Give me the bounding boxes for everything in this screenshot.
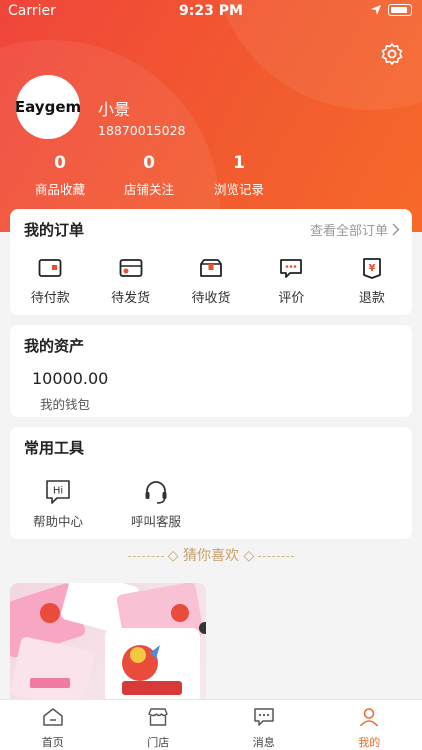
order-label: 待付款 — [30, 291, 70, 306]
tab-store[interactable]: 门店 — [106, 700, 212, 750]
avatar-logo-text: Eaygem — [14, 98, 82, 116]
message-icon — [254, 708, 274, 726]
order-pending-payment[interactable]: 待付款 — [10, 257, 90, 313]
diamond-icon: ◇ — [243, 548, 255, 564]
profile-header: Carrier 9:23 PM Eaygem 小景 18870015028 0 … — [0, 0, 422, 232]
tool-label: 呼叫客服 — [130, 514, 181, 529]
user-icon — [360, 708, 379, 727]
recommend-header: ◇ 猜你喜欢 ◇ — [0, 545, 422, 565]
stat-value: 1 — [233, 153, 245, 173]
order-to-receive[interactable]: 待收货 — [171, 257, 251, 313]
refund-icon: ¥ — [362, 258, 381, 279]
call-customer-service[interactable]: 呼叫客服 — [106, 479, 206, 539]
bottom-tab-bar: 首页 门店 消息 我的 — [0, 699, 422, 750]
order-review[interactable]: 评价 — [251, 257, 331, 313]
status-icons — [370, 4, 412, 16]
orders-card: 我的订单 查看全部订单 待付款 待发货 待收货 评价 ¥ 退款 — [10, 209, 412, 315]
stat-label: 店铺关注 — [123, 182, 174, 197]
location-icon — [371, 5, 381, 15]
stat-label: 浏览记录 — [213, 182, 264, 197]
home-icon — [43, 708, 63, 726]
wallet-balance[interactable]: 10000.00 — [32, 369, 108, 388]
stat-value: 0 — [143, 153, 155, 173]
product-card-image[interactable] — [10, 583, 206, 703]
assets-title: 我的资产 — [24, 337, 85, 355]
tab-label: 消息 — [252, 736, 275, 749]
order-refund[interactable]: ¥ 退款 — [332, 257, 412, 313]
headset-icon — [145, 481, 167, 504]
avatar[interactable]: Eaygem — [14, 75, 82, 139]
stat-store-follows[interactable]: 0 店铺关注 — [109, 153, 189, 198]
orders-title: 我的订单 — [24, 221, 85, 239]
tab-messages[interactable]: 消息 — [211, 700, 317, 750]
tools-card: 常用工具 Hi 帮助中心 呼叫客服 — [10, 427, 412, 539]
user-phone: 18870015028 — [98, 123, 186, 138]
user-name: 小景 — [98, 100, 131, 119]
divider — [258, 555, 295, 557]
help-center[interactable]: Hi 帮助中心 — [8, 479, 108, 539]
chevron-right-icon — [392, 223, 400, 236]
tab-home[interactable]: 首页 — [0, 700, 106, 750]
stat-value: 0 — [54, 153, 66, 173]
order-label: 退款 — [358, 291, 385, 306]
help-hi-icon: Hi — [46, 480, 70, 504]
view-all-orders-link[interactable]: 查看全部订单 — [310, 220, 400, 239]
tab-label: 首页 — [41, 736, 64, 749]
assets-card: 我的资产 10000.00 我的钱包 — [10, 325, 412, 417]
stat-label: 商品收藏 — [34, 182, 85, 197]
profile-stats: 0 商品收藏 0 店铺关注 1 浏览记录 — [20, 153, 280, 203]
wallet-icon — [38, 259, 62, 277]
order-label: 评价 — [278, 291, 305, 306]
status-bar: Carrier 9:23 PM — [0, 0, 422, 22]
milk-candy-image — [10, 583, 206, 703]
order-to-ship[interactable]: 待发货 — [90, 257, 170, 313]
comment-icon — [280, 259, 303, 278]
stat-history[interactable]: 1 浏览记录 — [199, 153, 279, 198]
settings-gear-icon[interactable] — [380, 42, 404, 66]
store-icon — [148, 708, 168, 726]
package-receive-icon — [200, 259, 222, 277]
package-send-icon — [119, 259, 143, 277]
recommend-title: 猜你喜欢 — [183, 548, 239, 564]
diamond-icon: ◇ — [167, 548, 179, 564]
wallet-label[interactable]: 我的钱包 — [40, 394, 90, 413]
divider — [127, 555, 164, 557]
tab-label: 门店 — [147, 736, 170, 749]
tab-me[interactable]: 我的 — [317, 700, 422, 750]
svg-text:Hi: Hi — [53, 486, 63, 497]
view-all-label: 查看全部订单 — [309, 224, 388, 239]
order-label: 待发货 — [111, 291, 151, 306]
svg-text:¥: ¥ — [368, 263, 375, 274]
clock: 9:23 PM — [179, 3, 243, 19]
battery-icon — [388, 4, 412, 16]
tab-label: 我的 — [358, 736, 381, 749]
tool-label: 帮助中心 — [32, 514, 83, 529]
stat-favorites[interactable]: 0 商品收藏 — [20, 153, 100, 198]
order-status-row: 待付款 待发货 待收货 评价 ¥ 退款 — [10, 257, 412, 313]
tools-title: 常用工具 — [24, 439, 85, 457]
order-label: 待收货 — [191, 291, 231, 306]
tools-row: Hi 帮助中心 呼叫客服 — [10, 479, 250, 539]
